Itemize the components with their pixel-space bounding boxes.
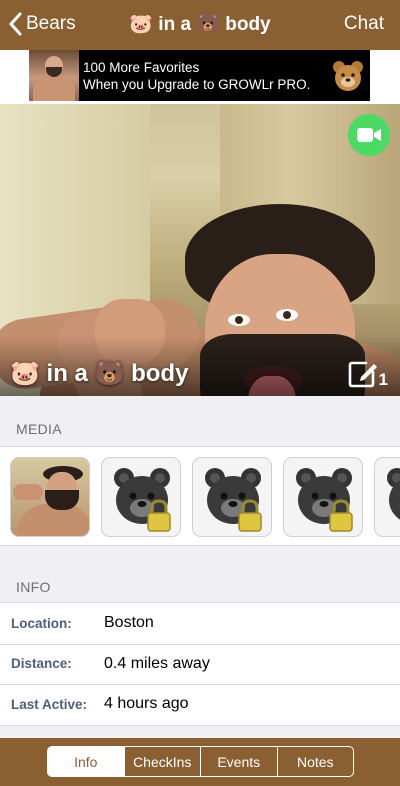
tab-notes[interactable]: Notes bbox=[276, 747, 354, 776]
tab-events[interactable]: Events bbox=[200, 747, 277, 776]
chevron-left-icon bbox=[9, 12, 22, 36]
upgrade-ad-banner[interactable]: 100 More Favorites When you Upgrade to G… bbox=[29, 50, 370, 101]
locked-bear-icon bbox=[387, 468, 400, 520]
media-thumb-photo[interactable] bbox=[10, 457, 90, 537]
location-label: Location: bbox=[11, 615, 72, 631]
info-section-header: INFO bbox=[16, 579, 51, 595]
navigation-bar: Bears 🐷 in a 🐻 body Chat bbox=[0, 0, 400, 50]
media-thumb-locked[interactable] bbox=[283, 457, 363, 537]
profile-name: 🐷 in a 🐻 body bbox=[10, 360, 189, 387]
bottom-toolbar: Info CheckIns Events Notes bbox=[0, 738, 400, 786]
tab-info[interactable]: Info bbox=[48, 747, 124, 776]
video-call-button[interactable] bbox=[348, 114, 390, 156]
photo-count: 1 bbox=[378, 370, 388, 389]
locked-bear-icon bbox=[296, 468, 353, 532]
media-thumb-locked[interactable] bbox=[374, 457, 400, 537]
info-table: Location: Boston Distance: 0.4 miles awa… bbox=[0, 602, 400, 726]
back-button-label: Bears bbox=[26, 13, 76, 34]
last-active-value: 4 hours ago bbox=[104, 695, 189, 713]
media-gallery[interactable] bbox=[0, 446, 400, 546]
ad-photo bbox=[29, 50, 79, 101]
ad-line-2: When you Upgrade to GROWLr PRO. bbox=[83, 76, 311, 92]
media-thumb-locked[interactable] bbox=[192, 457, 272, 537]
locked-bear-icon bbox=[205, 468, 262, 532]
tab-checkins[interactable]: CheckIns bbox=[123, 747, 201, 776]
chat-button[interactable]: Chat bbox=[344, 13, 384, 35]
info-row-location: Location: Boston bbox=[0, 603, 400, 644]
ad-strip: 100 More Favorites When you Upgrade to G… bbox=[0, 50, 400, 104]
last-active-label: Last Active: bbox=[11, 696, 88, 712]
locked-bear-icon bbox=[114, 468, 171, 532]
photo-edit-button[interactable]: 1 bbox=[348, 360, 388, 389]
distance-label: Distance: bbox=[11, 656, 72, 672]
bear-logo-icon bbox=[333, 60, 363, 91]
profile-photo[interactable]: 🐷 in a 🐻 body 1 bbox=[0, 104, 400, 396]
back-button[interactable]: Bears bbox=[8, 12, 76, 36]
media-section-header: MEDIA bbox=[16, 421, 62, 437]
location-value: Boston bbox=[104, 614, 154, 632]
info-row-last-active: Last Active: 4 hours ago bbox=[0, 684, 400, 725]
profile-tabs: Info CheckIns Events Notes bbox=[47, 746, 354, 777]
edit-note-icon bbox=[348, 361, 377, 388]
video-camera-icon bbox=[357, 128, 381, 142]
distance-value: 0.4 miles away bbox=[104, 654, 210, 672]
info-row-distance: Distance: 0.4 miles away bbox=[0, 643, 400, 685]
media-thumb-locked[interactable] bbox=[101, 457, 181, 537]
ad-text: 100 More Favorites When you Upgrade to G… bbox=[83, 59, 331, 93]
ad-line-1: 100 More Favorites bbox=[83, 59, 200, 75]
